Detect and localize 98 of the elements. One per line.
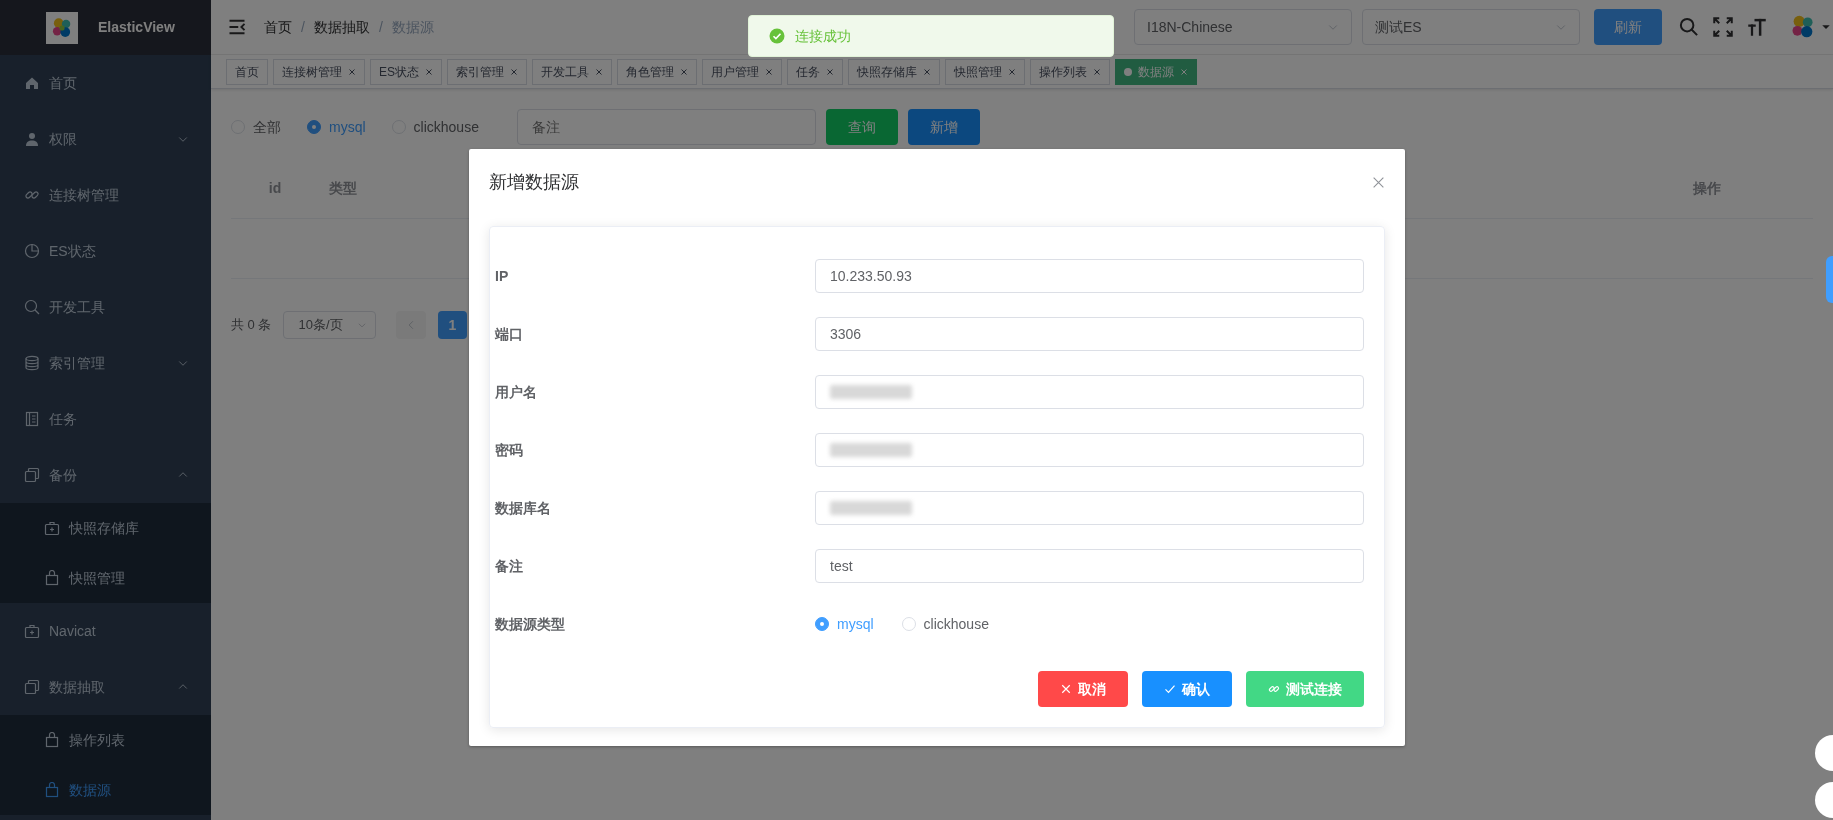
close-icon[interactable]	[826, 67, 834, 76]
field-label: IP	[495, 266, 510, 286]
sidebar-item[interactable]: 开发工具	[0, 279, 211, 335]
field-label: 用户名	[495, 382, 538, 402]
link-icon	[1268, 683, 1280, 695]
tag[interactable]: 用户管理	[702, 58, 782, 85]
first-aid-kit-icon	[24, 623, 40, 639]
success-icon	[769, 28, 785, 44]
refresh-button[interactable]: 刷新	[1593, 9, 1662, 45]
search-icon	[24, 299, 40, 315]
input-field[interactable]: test	[815, 549, 1364, 583]
shopping-bag-icon	[44, 782, 60, 798]
shopping-bag-icon	[44, 570, 60, 586]
shopping-bag-icon	[44, 732, 60, 748]
side-handle[interactable]	[1826, 256, 1833, 303]
close-icon[interactable]	[680, 67, 688, 76]
sidebar-item[interactable]: 快照存储库	[0, 503, 211, 553]
sidebar-item[interactable]: 操作列表	[0, 715, 211, 765]
sidebar-item[interactable]: 数据抽取	[0, 659, 211, 715]
document-icon	[24, 411, 40, 427]
radio-option[interactable]: mysql	[307, 116, 366, 138]
query-button[interactable]: 查询	[825, 109, 898, 145]
check-icon	[1164, 683, 1176, 695]
tag[interactable]: 快照管理	[945, 58, 1025, 85]
close-icon[interactable]	[923, 67, 931, 76]
fullscreen-icon[interactable]	[1712, 17, 1733, 37]
sidebar-item[interactable]: 首页	[0, 55, 211, 111]
field-label: 备注	[495, 556, 524, 576]
tag[interactable]: 开发工具	[532, 58, 612, 85]
search-icon[interactable]	[1678, 17, 1699, 37]
tag[interactable]: 索引管理	[447, 58, 527, 85]
tag[interactable]: 操作列表	[1030, 58, 1110, 85]
copy-icon	[24, 467, 40, 483]
breadcrumb-separator: /	[378, 17, 383, 37]
app-title: ElasticView	[98, 18, 175, 37]
connection-select[interactable]: 测试ES	[1362, 9, 1580, 45]
test-connection-button[interactable]: 测试连接	[1246, 671, 1364, 707]
sidebar-item[interactable]: 备份	[0, 447, 211, 503]
text-size-icon[interactable]	[1746, 17, 1767, 37]
breadcrumb-item[interactable]: 首页	[264, 16, 292, 38]
pie-chart-icon	[24, 243, 40, 259]
add-button[interactable]: 新增	[907, 109, 980, 145]
page-size-select[interactable]: 10条/页	[283, 311, 376, 339]
user-icon	[24, 131, 40, 147]
tag[interactable]: 任务	[787, 58, 843, 85]
tag[interactable]: 连接树管理	[273, 58, 365, 85]
close-icon	[1060, 683, 1072, 695]
radio-option[interactable]: clickhouse	[391, 116, 479, 138]
menu-icon[interactable]	[227, 17, 247, 37]
language-select[interactable]: I18N-Chinese	[1134, 9, 1352, 45]
chevron-icon	[356, 320, 367, 330]
field-label: 端口	[495, 324, 524, 344]
toast-message: 连接成功	[795, 26, 851, 46]
close-icon[interactable]	[348, 67, 356, 76]
search-field[interactable]: 备注	[516, 109, 816, 145]
tag[interactable]: ES状态	[370, 58, 442, 85]
radio-option[interactable]: mysql	[815, 613, 874, 635]
total-count: 共 0 条	[231, 316, 272, 335]
close-icon[interactable]	[765, 67, 773, 76]
breadcrumb-item[interactable]: 数据抽取	[313, 16, 370, 38]
radio-option[interactable]: 全部	[231, 116, 281, 138]
radio-option[interactable]: clickhouse	[901, 613, 989, 635]
sidebar-item[interactable]: 快照管理	[0, 553, 211, 603]
tag[interactable]: 数据源	[1115, 58, 1197, 85]
sidebar-item[interactable]: 数据源	[0, 765, 211, 815]
first-aid-kit-icon	[44, 520, 60, 536]
sidebar-item[interactable]: 索引管理	[0, 335, 211, 391]
page-button[interactable]: 1	[437, 311, 468, 339]
input-field[interactable]: 10.233.50.93	[815, 259, 1364, 293]
close-icon[interactable]	[1008, 67, 1016, 76]
home-icon	[24, 75, 40, 91]
close-icon[interactable]	[1372, 176, 1385, 189]
close-icon[interactable]	[595, 67, 603, 76]
database-icon	[24, 355, 40, 371]
sidebar-item[interactable]: 连接树管理	[0, 167, 211, 223]
close-icon[interactable]	[1093, 67, 1101, 76]
dialog-title: 新增数据源	[489, 171, 579, 194]
close-icon[interactable]	[425, 67, 433, 76]
input-field[interactable]: 3306	[815, 317, 1364, 351]
status-dot	[1124, 67, 1132, 76]
field-label: 数据源类型	[495, 614, 566, 634]
copy-icon	[24, 679, 40, 695]
field-label: 数据库名	[495, 498, 552, 518]
sidebar-item[interactable]: Navicat	[0, 603, 211, 659]
close-icon[interactable]	[510, 67, 518, 76]
sidebar-item[interactable]: 任务	[0, 391, 211, 447]
input-field[interactable]	[815, 375, 1364, 409]
breadcrumb-separator: /	[301, 17, 305, 37]
field-label: 密码	[495, 440, 524, 460]
tag[interactable]: 首页	[226, 58, 268, 85]
sidebar-item[interactable]: ES状态	[0, 223, 211, 279]
input-field[interactable]	[815, 491, 1364, 525]
cancel-button[interactable]: 取消	[1038, 671, 1128, 707]
confirm-button[interactable]: 确认	[1142, 671, 1232, 707]
tag[interactable]: 角色管理	[617, 58, 697, 85]
sidebar-item[interactable]: 权限	[0, 111, 211, 167]
tag[interactable]: 快照存储库	[848, 58, 940, 85]
input-field[interactable]	[815, 433, 1364, 467]
